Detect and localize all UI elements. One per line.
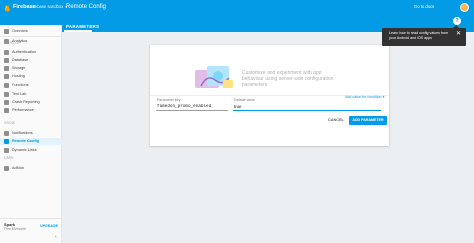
speedometer-icon [4, 108, 9, 113]
sidebar-item-authentication[interactable]: Authentication [0, 49, 62, 56]
add-parameter-button[interactable]: ADD PARAMETER [349, 116, 387, 125]
storage-icon [4, 66, 9, 71]
link-icon [4, 148, 9, 153]
sidebar-item-storage[interactable]: Storage [0, 65, 62, 72]
upgrade-button[interactable]: UPGRADE [40, 224, 58, 228]
divider [0, 218, 61, 219]
sidebar-item-hosting[interactable]: Hosting [0, 73, 62, 80]
add-value-for-condition-button[interactable]: Add value for condition▾ [345, 95, 384, 99]
sidebar-item-label: Dynamic Links [12, 147, 37, 152]
sidebar-item-label: Database [12, 57, 29, 62]
help-icon[interactable]: ? [453, 17, 461, 25]
sidebar-item-label: Remote Config [12, 138, 39, 143]
bug-icon [4, 100, 9, 105]
section-label-earn: EARN [4, 156, 14, 160]
tab-parameters[interactable]: PARAMETERS [66, 24, 99, 29]
sidebar-item-performance[interactable]: Performance [0, 107, 62, 114]
sidebar-item-remote-config[interactable]: Remote Config [0, 138, 62, 145]
settings-tune-icon [4, 139, 9, 144]
firebase-logo-icon[interactable] [4, 4, 11, 12]
sidebar-item-label: Notifications [12, 130, 33, 135]
globe-icon [4, 74, 9, 79]
chevron-down-icon: ▾ [382, 95, 385, 99]
cancel-button[interactable]: CANCEL [328, 118, 344, 122]
project-name: Firebase sandbox [30, 4, 64, 9]
section-label-grow: GROW [4, 121, 16, 125]
hero-description: Customize and experiment with app behavi… [242, 70, 334, 89]
default-value-label: Default value [234, 98, 255, 102]
sidebar-item-test-lab[interactable]: Test Lab [0, 91, 62, 98]
functions-icon [4, 83, 9, 88]
default-value-input[interactable] [233, 103, 381, 111]
sidebar-item-functions[interactable]: Functions [0, 82, 62, 89]
sidebar-item-label: Crash Reporting [12, 99, 40, 104]
database-icon [4, 58, 9, 63]
home-icon [4, 29, 9, 34]
plan-price: Free $0/month [4, 227, 27, 231]
sidebar-item-notifications[interactable]: Notifications [0, 130, 62, 137]
go-to-docs-link[interactable]: Go to docs [414, 4, 434, 9]
sidebar-item-label: Performance [12, 107, 34, 112]
page-title: Remote Config [66, 4, 107, 10]
sidebar-item-label: Test Lab [12, 91, 27, 96]
sidebar-item-label: AdMob [12, 165, 25, 170]
add-condition-label: Add value for condition [345, 95, 382, 99]
project-selector[interactable]: Firebase sandbox ▾ [30, 4, 67, 9]
close-icon[interactable]: ✕ [456, 31, 461, 37]
avatar[interactable] [460, 3, 469, 12]
sidebar-item-admob[interactable]: AdMob [0, 165, 62, 172]
sidebar-item-label: Authentication [12, 49, 37, 54]
divider [0, 36, 61, 37]
tooltip-text: Learn how to read config values from you… [389, 31, 449, 40]
people-icon [4, 50, 9, 55]
remote-config-illustration-icon [195, 66, 233, 88]
chat-icon [4, 131, 9, 136]
parameter-key-input[interactable] [156, 103, 228, 111]
section-label-develop: DEVELOP [4, 41, 21, 45]
parameter-key-label: Parameter key [157, 98, 181, 102]
top-app-bar [62, 0, 474, 17]
sidebar-item-database[interactable]: Database [0, 57, 62, 64]
sidebar-item-label: Overview [12, 28, 28, 33]
flask-icon [4, 92, 9, 97]
admob-icon [4, 166, 9, 171]
collapse-sidebar-icon[interactable]: ‹ [55, 234, 57, 240]
sidebar-item-overview[interactable]: Overview [0, 28, 62, 35]
sidebar-item-label: Functions [12, 82, 29, 87]
sidebar-item-label: Storage [12, 65, 26, 70]
sidebar-item-label: Hosting [12, 73, 25, 78]
sidebar: Overview Analytics DEVELOP Authenticatio… [0, 25, 62, 243]
sidebar-item-crash-reporting[interactable]: Crash Reporting [0, 99, 62, 106]
sidebar-item-dynamic-links[interactable]: Dynamic Links [0, 147, 62, 154]
